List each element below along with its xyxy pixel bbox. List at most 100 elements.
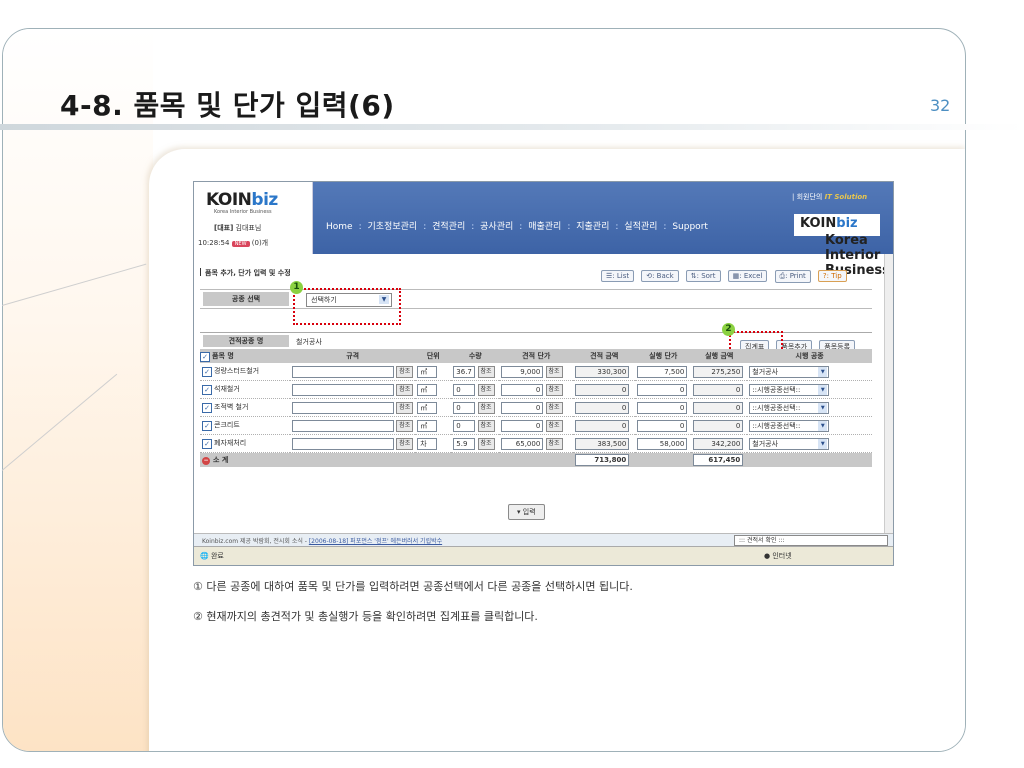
est-price-ref-button[interactable]: 참조 (545, 383, 563, 396)
back-label: Back (656, 272, 674, 280)
exec-amount-cell: 0 (691, 380, 748, 399)
spec-input[interactable] (292, 437, 394, 450)
logo-biz-text: biz (251, 190, 278, 210)
qty-input[interactable]: 0 (453, 383, 476, 396)
est-price-ref-button[interactable]: 참조 (545, 419, 563, 432)
table-row: ✓ 폐자재처리 참조 차 5.9 참조 65,000 참조 383,500 58,000 34… (200, 434, 872, 453)
spec-input[interactable] (292, 419, 394, 432)
submit-button[interactable]: ▾ 입력 (508, 504, 545, 520)
spec-input[interactable] (292, 365, 394, 378)
unit-input[interactable]: ㎡ (417, 419, 438, 432)
spec-ref-button[interactable]: 참조 (396, 437, 414, 450)
subtotal-trade-cell (747, 452, 872, 467)
member-label: | 회원단의 (792, 193, 823, 201)
unit-input[interactable]: ㎡ (417, 383, 438, 396)
nav-performance[interactable]: 실적관리 (624, 222, 657, 232)
exec-price-input[interactable]: 0 (637, 383, 688, 396)
qty-ref-button[interactable]: 참조 (477, 365, 495, 378)
nav-estimate[interactable]: 견적관리 (432, 222, 465, 232)
row-checkbox[interactable]: ✓ (202, 439, 212, 449)
notice-link[interactable]: [2006-08-18] 퍼포먼스 '점프' 에든버러서 기립박수 (309, 538, 442, 545)
qty-input[interactable]: 0 (453, 401, 476, 414)
est-price-input[interactable]: 0 (501, 383, 544, 396)
est-price-input[interactable]: 0 (501, 401, 544, 414)
row-checkbox[interactable]: ✓ (202, 367, 212, 377)
est-price-ref-button[interactable]: 참조 (545, 365, 563, 378)
est-price-input[interactable]: 9,000 (501, 365, 544, 378)
exec-trade-dropdown[interactable]: 철거공사 ▼ (749, 365, 830, 378)
qty-input[interactable]: 36.7 (453, 365, 476, 378)
nav-separator: : (567, 222, 571, 232)
notice-bar: Koinbiz.com 제공 박람회, 전시회 소식 - [2006-08-18… (194, 533, 893, 546)
nav-construction[interactable]: 공사관리 (480, 222, 513, 232)
subtotal-spacer (635, 452, 692, 467)
row-checkbox[interactable]: ✓ (202, 385, 212, 395)
spec-ref-button[interactable]: 참조 (396, 365, 414, 378)
nav-support[interactable]: Support (672, 222, 708, 232)
est-price-ref-button[interactable]: 참조 (545, 401, 563, 414)
exec-amount: 0 (693, 419, 744, 432)
est-amount: 383,500 (575, 437, 630, 450)
list-button[interactable]: ☰: List (601, 270, 635, 282)
estimate-confirm-dropdown[interactable]: ::: 견적서 확인 ::: (734, 535, 888, 546)
excel-button[interactable]: ▦: Excel (727, 270, 768, 282)
qty-ref-button[interactable]: 참조 (477, 419, 495, 432)
unit-input[interactable]: ㎡ (417, 401, 438, 414)
col-exec-price: 실행 단가 (635, 349, 692, 363)
qty-ref-button[interactable]: 참조 (477, 401, 495, 414)
qty-input[interactable]: 5.9 (453, 437, 476, 450)
exec-price-input[interactable]: 58,000 (637, 437, 688, 450)
header-logo[interactable]: KOINbiz Korea Interior Business (794, 214, 890, 278)
qty-ref-button[interactable]: 참조 (477, 383, 495, 396)
item-name-cell: ✓ 콘크리트 (200, 416, 290, 435)
unit-input[interactable]: ㎡ (417, 365, 438, 378)
spec-input[interactable] (292, 383, 394, 396)
nav-expense[interactable]: 지출관리 (576, 222, 609, 232)
row-checkbox[interactable]: ✓ (202, 421, 212, 431)
exec-trade-dropdown[interactable]: ::시행공종선택:: ▼ (749, 383, 830, 396)
est-price-input[interactable]: 0 (501, 419, 544, 432)
est-price-input[interactable]: 65,000 (501, 437, 544, 450)
exec-trade-dropdown[interactable]: 철거공사 ▼ (749, 437, 830, 450)
main-nav: Home: 기초정보관리: 견적관리: 공사관리: 매출관리: 지출관리: 실적… (326, 219, 711, 232)
est-price-ref-button[interactable]: 참조 (545, 437, 563, 450)
print-button[interactable]: ⎙: Print (774, 270, 811, 283)
back-button[interactable]: ⟲: Back (641, 270, 679, 282)
qty-cell: 0 참조 (451, 380, 500, 399)
browser-status-bar: 🌐 완료 ● 인터넷 (194, 546, 893, 565)
exec-price-input[interactable]: 0 (637, 401, 688, 414)
select-all-checkbox[interactable]: ✓ (200, 351, 210, 362)
sort-button[interactable]: ⇅: Sort (685, 270, 721, 282)
vertical-scrollbar[interactable] (884, 254, 893, 534)
chevron-down-icon: ▼ (818, 366, 828, 377)
item-name: 조적벽 철거 (214, 403, 249, 411)
notice-prefix: Koinbiz.com 제공 박람회, 전시회 소식 - (202, 538, 309, 545)
app-logo[interactable]: KOINbiz (206, 190, 278, 210)
qty-ref-button[interactable]: 참조 (477, 437, 495, 450)
exec-price-input[interactable]: 0 (637, 419, 688, 432)
exec-trade-dropdown[interactable]: ::시행공종선택:: ▼ (749, 401, 830, 414)
nav-sales[interactable]: 매출관리 (528, 222, 561, 232)
spec-ref-button[interactable]: 참조 (396, 401, 414, 414)
est-amount-cell: 383,500 (573, 434, 636, 453)
exec-price-input[interactable]: 7,500 (637, 365, 688, 378)
excel-label: Excel (743, 272, 763, 280)
exec-price-cell: 7,500 (635, 363, 692, 381)
sort-label: Sort (701, 272, 716, 280)
spec-ref-button[interactable]: 참조 (396, 419, 414, 432)
qty-input[interactable]: 0 (453, 419, 476, 432)
exec-price-cell: 58,000 (635, 434, 692, 453)
spec-input[interactable] (292, 401, 394, 414)
unit-input[interactable]: 차 (417, 437, 438, 450)
nav-home[interactable]: Home (326, 222, 353, 232)
page-number: 32 (930, 96, 951, 115)
col-item-name: ✓ 품목 명 (200, 349, 290, 363)
exec-trade-dropdown[interactable]: ::시행공종선택:: ▼ (749, 419, 830, 432)
message-count[interactable]: (0)개 (252, 239, 268, 247)
spec-ref-button[interactable]: 참조 (396, 383, 414, 396)
row-checkbox[interactable]: ✓ (202, 403, 212, 413)
tip-button[interactable]: ?: Tip (817, 270, 847, 282)
nav-basic-info[interactable]: 기초정보관리 (368, 222, 418, 232)
list-label: List (616, 272, 630, 280)
new-message-badge[interactable]: NEW (231, 241, 250, 247)
